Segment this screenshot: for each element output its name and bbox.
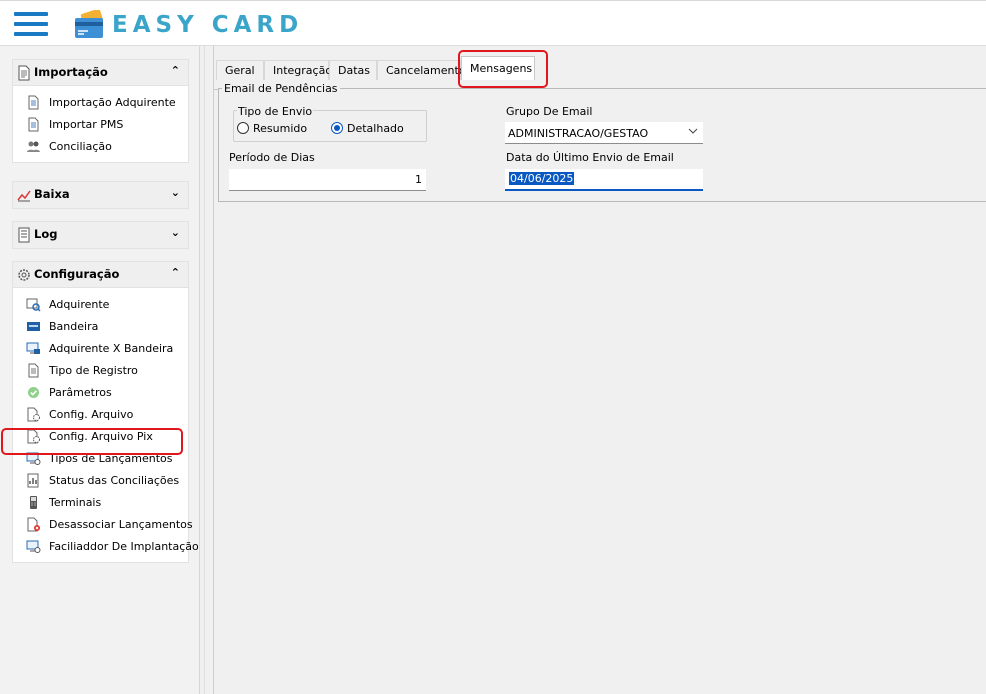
periodo-label: Período de Dias bbox=[229, 151, 315, 164]
sidebar-item-config-arquivo[interactable]: Config. Arquivo bbox=[13, 404, 188, 426]
sidebar-item-label: Adquirente X Bandeira bbox=[49, 342, 174, 355]
radio-resumido-label[interactable]: Resumido bbox=[253, 122, 307, 135]
document-icon bbox=[28, 95, 39, 110]
document-icon bbox=[28, 363, 39, 378]
document-icon bbox=[28, 117, 39, 132]
easy-card-logo-icon bbox=[75, 10, 104, 38]
log-panel: Log ⌄ bbox=[12, 221, 189, 249]
sidebar-item-desassociar-lancamentos[interactable]: Desassociar Lançamentos bbox=[13, 514, 193, 536]
terminal-icon bbox=[30, 496, 37, 509]
grupo-email-value: ADMINISTRACAO/GESTAO bbox=[508, 127, 649, 140]
sidebar-item-status-das-conciliacoes[interactable]: Status das Conciliações bbox=[13, 470, 188, 492]
sidebar-item-label: Config. Arquivo Pix bbox=[49, 430, 153, 443]
tab-integracao[interactable]: Integração bbox=[264, 60, 332, 80]
card-brand-icon bbox=[27, 322, 40, 331]
people-icon bbox=[27, 141, 40, 152]
gear-icon bbox=[18, 269, 30, 281]
sidebar-item-adquirente-x-bandeira[interactable]: Adquirente X Bandeira bbox=[13, 338, 188, 360]
importacao-title: Importação bbox=[34, 65, 108, 79]
configuracao-title: Configuração bbox=[34, 267, 120, 281]
sidebar-item-label: Importar PMS bbox=[49, 118, 124, 131]
sidebar-item-tipos-de-lancamentos[interactable]: Tipos de Lançamentos bbox=[13, 448, 188, 470]
sidebar-item-label: Parâmetros bbox=[49, 386, 112, 399]
sidebar-item-config-arquivo-pix[interactable]: Config. Arquivo Pix bbox=[13, 426, 188, 448]
file-gear-icon bbox=[27, 429, 40, 444]
sidebar-item-label: Tipo de Registro bbox=[49, 364, 138, 377]
hamburger-menu-icon[interactable] bbox=[14, 12, 48, 38]
monitor-card-icon bbox=[26, 342, 40, 354]
sidebar-item-label: Importação Adquirente bbox=[49, 96, 176, 109]
radio-detalhado-label[interactable]: Detalhado bbox=[347, 122, 404, 135]
baixa-title: Baixa bbox=[34, 187, 70, 201]
sidebar-item-label: Tipos de Lançamentos bbox=[49, 452, 173, 465]
sidebar-item-tipo-de-registro[interactable]: Tipo de Registro bbox=[13, 360, 188, 382]
chevron-down-icon[interactable]: ⌄ bbox=[171, 226, 180, 240]
sidebar-item-adquirente[interactable]: Adquirente bbox=[13, 294, 188, 316]
group-title: Email de Pendências bbox=[222, 82, 340, 95]
file-gear-icon bbox=[27, 407, 40, 422]
tab-datas[interactable]: Datas bbox=[329, 60, 377, 80]
sidebar-item-parametros[interactable]: Parâmetros bbox=[13, 382, 188, 404]
sidebar-splitter[interactable] bbox=[200, 46, 214, 694]
tab-mensagens[interactable]: Mensagens bbox=[461, 56, 535, 80]
log-header[interactable]: Log ⌄ bbox=[13, 222, 188, 248]
importacao-panel: Importação ⌃ Importação Adquirente Impor… bbox=[12, 59, 189, 163]
search-report-icon bbox=[26, 298, 41, 312]
monitor-gear-icon bbox=[26, 540, 41, 553]
file-remove-icon bbox=[27, 517, 40, 532]
sidebar-item-bandeira[interactable]: Bandeira bbox=[13, 316, 188, 338]
tab-bar: Geral Integração Datas Cancelamento Mens… bbox=[214, 56, 986, 90]
configuracao-panel: Configuração ⌃ Adquirente Bandeira Adqui… bbox=[12, 261, 199, 563]
sidebar-item-conciliacao[interactable]: Conciliação bbox=[13, 136, 188, 158]
ultimo-envio-label: Data do Último Envio de Email bbox=[506, 151, 674, 164]
sidebar-item-label: Bandeira bbox=[49, 320, 99, 333]
chart-line-icon bbox=[17, 190, 31, 202]
grupo-email-label: Grupo De Email bbox=[506, 105, 593, 118]
sidebar-item-label: Adquirente bbox=[49, 298, 110, 311]
log-icon bbox=[18, 227, 30, 243]
sidebar: Importação ⌃ Importação Adquirente Impor… bbox=[0, 46, 200, 694]
status-chart-icon bbox=[27, 473, 39, 488]
sidebar-item-label: Desassociar Lançamentos bbox=[49, 518, 193, 531]
ultimo-envio-input[interactable]: 04/06/2025 bbox=[505, 169, 703, 191]
radio-detalhado[interactable] bbox=[331, 122, 343, 134]
chevron-down-icon[interactable]: ⌄ bbox=[171, 186, 180, 200]
sidebar-item-label: Faciliaddor De Implantação bbox=[49, 540, 199, 553]
sidebar-item-facilitador-de-implantacao[interactable]: Faciliaddor De Implantação bbox=[13, 536, 199, 558]
document-icon bbox=[18, 65, 30, 81]
radio-resumido[interactable] bbox=[237, 122, 249, 134]
log-title: Log bbox=[34, 227, 58, 241]
baixa-header[interactable]: Baixa ⌄ bbox=[13, 182, 188, 208]
check-circle-icon bbox=[28, 387, 39, 398]
tab-cancelamento[interactable]: Cancelamento bbox=[377, 60, 466, 80]
sidebar-item-label: Config. Arquivo bbox=[49, 408, 134, 421]
sidebar-item-importacao-adquirente[interactable]: Importação Adquirente bbox=[13, 92, 188, 114]
sidebar-item-terminais[interactable]: Terminais bbox=[13, 492, 188, 514]
monitor-gear-icon bbox=[26, 452, 41, 465]
tipo-envio-label: Tipo de Envio bbox=[237, 105, 314, 118]
sidebar-item-importar-pms[interactable]: Importar PMS bbox=[13, 114, 188, 136]
sidebar-item-label: Conciliação bbox=[49, 140, 112, 153]
app-header: EASY CARD bbox=[0, 0, 986, 46]
configuracao-header[interactable]: Configuração ⌃ bbox=[13, 262, 188, 288]
tab-geral[interactable]: Geral bbox=[216, 60, 264, 80]
chevron-down-icon bbox=[688, 128, 698, 134]
chevron-up-icon[interactable]: ⌃ bbox=[171, 266, 180, 280]
main-content: Geral Integração Datas Cancelamento Mens… bbox=[214, 46, 986, 694]
sidebar-item-label: Terminais bbox=[49, 496, 102, 509]
periodo-dias-input[interactable]: 1 bbox=[229, 169, 426, 191]
grupo-email-select[interactable]: ADMINISTRACAO/GESTAO bbox=[505, 122, 703, 144]
baixa-panel: Baixa ⌄ bbox=[12, 181, 189, 209]
sidebar-item-label: Status das Conciliações bbox=[49, 474, 180, 487]
importacao-header[interactable]: Importação ⌃ bbox=[13, 60, 188, 86]
chevron-up-icon[interactable]: ⌃ bbox=[171, 64, 180, 78]
brand-name: EASY CARD bbox=[112, 12, 304, 38]
ultimo-envio-value: 04/06/2025 bbox=[509, 172, 575, 185]
